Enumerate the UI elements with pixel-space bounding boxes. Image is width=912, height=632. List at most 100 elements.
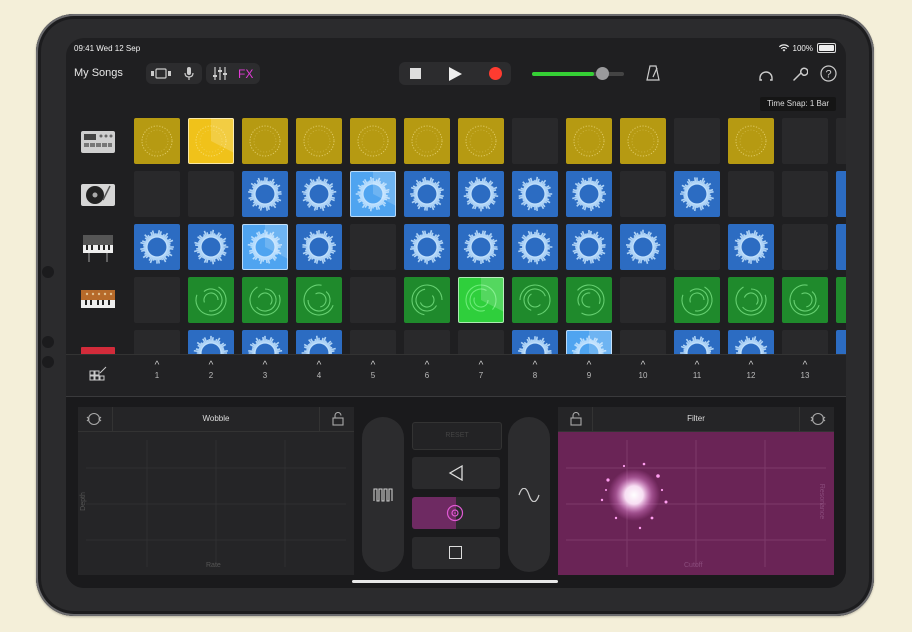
loop-cell[interactable] [188,224,234,270]
column-trigger-6[interactable]: ^ 6 [400,354,454,396]
track-header-4[interactable] [74,277,122,323]
loop-cell[interactable] [458,224,504,270]
help-icon[interactable]: ? [820,65,837,82]
loop-cell[interactable] [458,118,504,164]
track-header-2[interactable] [74,171,122,217]
scratch-button[interactable] [412,497,500,529]
gate-strip[interactable] [362,417,404,572]
loop-cell[interactable] [458,171,504,217]
microphone-icon[interactable] [184,67,194,81]
empty-cell[interactable] [350,224,396,270]
loop-cell[interactable] [728,277,774,323]
wobble-lock-icon[interactable] [332,412,344,426]
empty-cell[interactable] [674,224,720,270]
mixer-icon[interactable] [212,67,228,80]
playing-loop-cell[interactable] [350,171,396,217]
loop-cell[interactable] [728,224,774,270]
play-button[interactable] [449,67,462,81]
loop-cell[interactable] [674,171,720,217]
playing-loop-cell[interactable] [458,277,504,323]
column-trigger-10[interactable]: ^ 10 [616,354,670,396]
tape-stop-button[interactable] [412,537,500,569]
loop-cell[interactable] [296,118,342,164]
browser-view-icon[interactable] [150,68,172,79]
loop-cell[interactable] [188,277,234,323]
loop-cell[interactable] [566,118,612,164]
empty-cell[interactable] [134,277,180,323]
settings-wrench-icon[interactable] [792,66,808,82]
empty-cell[interactable] [674,118,720,164]
metronome-icon[interactable] [646,65,660,81]
track-header-3[interactable] [74,224,122,270]
grid-edit-button[interactable] [88,365,108,385]
loop-cell[interactable] [674,277,720,323]
my-songs-button[interactable]: My Songs [74,67,123,79]
track-header-1[interactable] [74,118,122,164]
empty-cell[interactable] [782,171,828,217]
loop-cell[interactable] [404,277,450,323]
column-trigger-3[interactable]: ^ 3 [238,354,292,396]
empty-cell[interactable] [350,277,396,323]
column-trigger-12[interactable]: ^ 12 [724,354,778,396]
empty-cell[interactable] [620,277,666,323]
empty-cell[interactable] [134,171,180,217]
empty-cell[interactable] [782,224,828,270]
column-trigger-1[interactable]: ^ 1 [130,354,184,396]
column-trigger-4[interactable]: ^ 4 [292,354,346,396]
partial-cell[interactable] [836,224,846,270]
partial-cell[interactable] [836,118,846,164]
stop-button[interactable] [410,68,421,79]
fx-button[interactable]: FX [238,67,253,81]
column-trigger-2[interactable]: ^ 2 [184,354,238,396]
column-trigger-8[interactable]: ^ 8 [508,354,562,396]
column-trigger-5[interactable]: ^ 5 [346,354,400,396]
empty-cell[interactable] [728,171,774,217]
loop-cell[interactable] [134,224,180,270]
time-snap-label[interactable]: Time Snap: 1 Bar [760,97,836,111]
column-trigger-9[interactable]: ^ 9 [562,354,616,396]
loop-cell[interactable] [620,118,666,164]
loop-cell[interactable] [242,277,288,323]
loop-cell[interactable] [296,224,342,270]
column-trigger-7[interactable]: ^ 7 [454,354,508,396]
loop-cell[interactable] [134,118,180,164]
empty-cell[interactable] [512,118,558,164]
loop-cell[interactable] [512,171,558,217]
loop-cell[interactable] [512,224,558,270]
home-indicator[interactable] [352,580,558,583]
loop-cell[interactable] [350,118,396,164]
master-volume-knob[interactable] [596,67,609,80]
reverse-button[interactable] [412,457,500,489]
loop-cell[interactable] [404,171,450,217]
master-volume-track[interactable] [532,67,624,80]
playing-loop-cell[interactable] [188,118,234,164]
loop-cell[interactable] [782,277,828,323]
loops-icon[interactable] [758,66,774,82]
record-button[interactable] [489,67,502,80]
playing-loop-cell[interactable] [242,224,288,270]
partial-cell[interactable] [836,171,846,217]
filter-xy-pad[interactable]: Cutoff Resonance [558,432,834,575]
column-trigger-11[interactable]: ^ 11 [670,354,724,396]
column-trigger-13[interactable]: ^ 13 [778,354,832,396]
loop-cell[interactable] [512,277,558,323]
loop-cell[interactable] [242,171,288,217]
empty-cell[interactable] [620,171,666,217]
loop-cell[interactable] [296,277,342,323]
loop-cell[interactable] [566,277,612,323]
empty-cell[interactable] [188,171,234,217]
empty-cell[interactable] [782,118,828,164]
wobble-xy-pad[interactable]: Rate Depth [78,432,354,575]
loop-cell[interactable] [296,171,342,217]
loop-cell[interactable] [242,118,288,164]
loop-cell[interactable] [404,224,450,270]
partial-cell[interactable] [836,277,846,323]
loop-cell[interactable] [620,224,666,270]
loop-cell[interactable] [404,118,450,164]
loop-cell[interactable] [728,118,774,164]
filter-effect-icon[interactable] [810,411,826,427]
downsampler-strip[interactable] [508,417,550,572]
reset-button[interactable]: RESET [412,422,502,450]
loop-cell[interactable] [566,171,612,217]
loop-cell[interactable] [566,224,612,270]
